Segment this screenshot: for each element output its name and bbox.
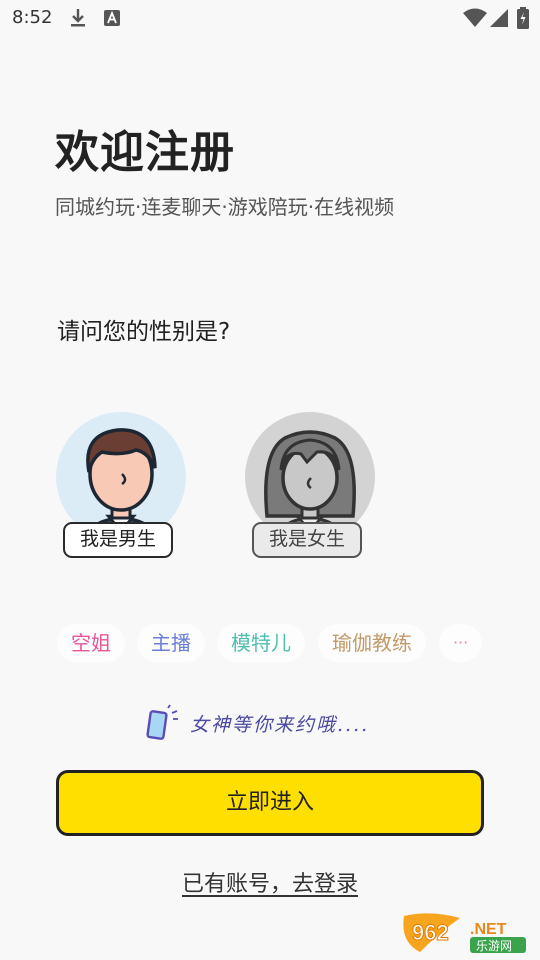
download-icon [71, 9, 85, 27]
signal-icon [490, 9, 508, 27]
login-link-row: 已有账号，去登录 [0, 866, 540, 898]
status-bar: 8:52 [0, 0, 540, 36]
female-label: 我是女生 [252, 522, 362, 558]
watermark-logo: 962 .NET 乐游网 [400, 912, 534, 956]
page-subtitle: 同城约玩·连麦聊天·游戏陪玩·在线视频 [55, 195, 395, 219]
page-title: 欢迎注册 [55, 127, 235, 178]
svg-text:.NET: .NET [470, 921, 507, 938]
tag-zhubo[interactable]: 主播 [137, 624, 205, 662]
slogan-text: 女神等你来约哦.... [190, 714, 370, 736]
wifi-icon [463, 8, 487, 27]
slogan: 女神等你来约哦.... [145, 704, 367, 740]
male-option[interactable]: 我是男生 [56, 412, 186, 564]
tag-yoga-coach[interactable]: 瑜伽教练 [318, 624, 426, 662]
female-option[interactable]: 我是女生 [245, 412, 375, 564]
watermark-icon: 962 .NET 乐游网 [403, 913, 526, 953]
gender-question: 请问您的性别是? [57, 319, 231, 345]
svg-text:962: 962 [412, 920, 449, 945]
app-a-icon [104, 10, 120, 26]
tag-moteer[interactable]: 模特儿 [217, 624, 305, 662]
phone-icon [146, 704, 178, 740]
svg-text:乐游网: 乐游网 [476, 939, 512, 953]
tag-more[interactable]: ··· [439, 624, 483, 662]
tag-kongjie[interactable]: 空姐 [57, 624, 125, 662]
login-link[interactable]: 已有账号，去登录 [182, 872, 358, 897]
battery-icon [517, 7, 529, 29]
male-label: 我是男生 [63, 522, 173, 558]
enter-button[interactable]: 立即进入 [56, 770, 484, 836]
status-time: 8:52 [12, 7, 53, 28]
